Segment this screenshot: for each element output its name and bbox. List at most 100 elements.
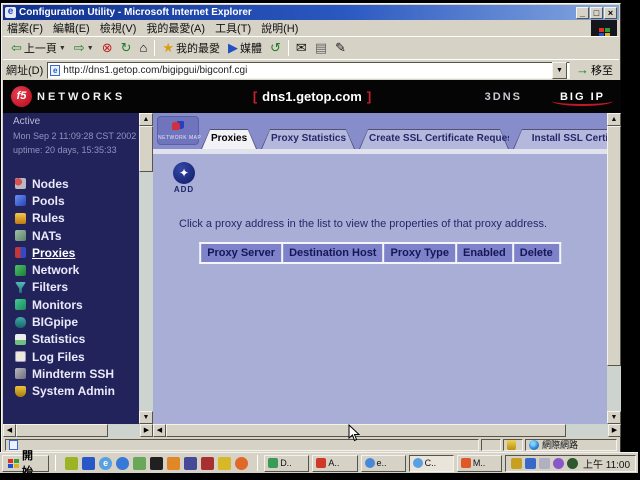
mouse-cursor [348, 424, 360, 447]
sidebar-item-network[interactable]: Network [15, 261, 153, 278]
scroll-down-icon[interactable]: ▼ [139, 411, 153, 424]
tray-volume-icon[interactable] [511, 458, 522, 469]
history-icon: ↺ [270, 41, 281, 55]
sidebar-item-pools[interactable]: Pools [15, 192, 153, 209]
stop-button[interactable]: ⊗ [98, 40, 117, 56]
menu-view[interactable]: 檢視(V) [100, 20, 137, 36]
toolbar-separator [288, 40, 289, 56]
tray-display-icon[interactable] [567, 458, 578, 469]
scroll-right-icon[interactable]: ▶ [608, 424, 621, 437]
tray-network-icon[interactable] [525, 458, 536, 469]
datetime-text: Mon Sep 2 11:09:28 CST 2002 [13, 131, 153, 141]
zone-label: 網際網路 [542, 438, 578, 451]
link-3dns[interactable]: 3DNS [485, 91, 522, 103]
app-icon [461, 458, 471, 468]
maximize-button[interactable]: □ [590, 7, 603, 19]
ie-app-icon [413, 458, 423, 468]
task-window-button[interactable]: e.. [361, 455, 406, 472]
quicklaunch-app-icon[interactable] [65, 457, 78, 470]
scrollbar-thumb[interactable] [139, 126, 153, 172]
tray-app-icon[interactable] [553, 458, 564, 469]
favorites-button[interactable]: ★ 我的最愛 [158, 39, 224, 57]
sidebar-item-rules[interactable]: Rules [15, 210, 153, 227]
quicklaunch-app-icon[interactable] [167, 457, 180, 470]
forward-button[interactable]: ⇨ ▼ [70, 40, 98, 56]
certificate-icon [507, 440, 516, 450]
quicklaunch-ie-icon[interactable]: e [99, 457, 112, 470]
mail-icon: ✉ [296, 41, 307, 55]
refresh-button[interactable]: ↻ [117, 40, 136, 56]
link-bigip[interactable]: BIG IP [560, 91, 605, 103]
toolbar-separator [154, 40, 155, 56]
quicklaunch-app-icon[interactable] [201, 457, 214, 470]
back-dropdown-icon[interactable]: ▼ [59, 45, 66, 52]
scroll-up-icon[interactable]: ▲ [139, 113, 153, 126]
scroll-left-icon[interactable]: ◀ [153, 424, 166, 437]
menu-help[interactable]: 說明(H) [261, 20, 298, 36]
forward-dropdown-icon[interactable]: ▼ [87, 45, 94, 52]
sidebar-item-filters[interactable]: Filters [15, 279, 153, 296]
menu-file[interactable]: 檔案(F) [7, 20, 43, 36]
sidebar-vertical-scrollbar[interactable]: ▲ ▼ [139, 113, 153, 424]
quicklaunch-console-icon[interactable] [150, 457, 163, 470]
sidebar-item-bigpipe[interactable]: BIGpipe [15, 313, 153, 330]
sidebar-horizontal-scrollbar[interactable]: ◀ ▶ [3, 424, 153, 437]
sidebar-item-monitors[interactable]: Monitors [15, 296, 153, 313]
task-window-button[interactable]: D.. [264, 455, 309, 472]
tab-proxy-statistics[interactable]: Proxy Statistics [261, 129, 355, 149]
scroll-up-icon[interactable]: ▲ [607, 113, 621, 126]
title-bar[interactable]: e Configuration Utility - Microsoft Inte… [3, 5, 619, 20]
back-button[interactable]: ⇦ 上一頁▼ [7, 39, 70, 57]
print-button[interactable]: ▤ [311, 40, 331, 56]
main-horizontal-scrollbar[interactable]: ◀ ▶ [153, 424, 621, 437]
quicklaunch-media-icon[interactable] [235, 457, 248, 470]
sidebar-item-mindterm-ssh[interactable]: Mindterm SSH [15, 365, 153, 382]
scroll-right-icon[interactable]: ▶ [140, 424, 153, 437]
home-button[interactable]: ⌂ [136, 40, 152, 56]
tab-bar: NETWORK MAP Proxies Proxy Statistics Cre… [153, 113, 607, 149]
task-window-button-active[interactable]: C.. [409, 455, 454, 472]
network-map-button[interactable]: NETWORK MAP [157, 116, 199, 145]
back-icon: ⇦ [11, 41, 22, 55]
scroll-down-icon[interactable]: ▼ [607, 411, 621, 424]
main-vertical-scrollbar[interactable]: ▲ ▼ [607, 113, 621, 424]
add-proxy-button[interactable]: ✦ [173, 162, 195, 184]
quicklaunch-globe-icon[interactable] [116, 457, 129, 470]
close-button[interactable]: × [604, 7, 617, 19]
sidebar-item-statistics[interactable]: Statistics [15, 331, 153, 348]
sidebar-item-system-admin[interactable]: System Admin [15, 383, 153, 400]
start-button[interactable]: 開始 [2, 455, 49, 472]
menu-favorites[interactable]: 我的最愛(A) [146, 20, 205, 36]
sidebar-item-log-files[interactable]: Log Files [15, 348, 153, 365]
scroll-left-icon[interactable]: ◀ [3, 424, 16, 437]
url-text[interactable]: http://dns1.getop.com/bigipgui/bigconf.c… [63, 65, 552, 76]
history-button[interactable]: ↺ [266, 40, 285, 56]
scrollbar-thumb[interactable] [607, 126, 621, 366]
url-input[interactable]: e http://dns1.getop.com/bigipgui/bigconf… [47, 62, 570, 79]
task-window-button[interactable]: A.. [312, 455, 357, 472]
tab-create-ssl-certificate-request[interactable]: Create SSL Certificate Request [359, 129, 509, 149]
scrollbar-thumb[interactable] [166, 424, 566, 437]
mail-button[interactable]: ✉ [292, 40, 311, 56]
window-title: Configuration Utility - Microsoft Intern… [19, 7, 572, 18]
menu-edit[interactable]: 編輯(E) [53, 20, 90, 36]
scrollbar-thumb[interactable] [16, 424, 108, 437]
quicklaunch-desktop-icon[interactable] [82, 457, 95, 470]
tab-install-ssl-certificate[interactable]: Install SSL Certifi [513, 129, 607, 149]
quicklaunch-app-icon[interactable] [133, 457, 146, 470]
task-window-button[interactable]: M.. [457, 455, 502, 472]
media-button[interactable]: ▶ 媒體 [224, 39, 266, 57]
quicklaunch-app-icon[interactable] [218, 457, 231, 470]
sidebar-item-nats[interactable]: NATs [15, 227, 153, 244]
sidebar-item-proxies[interactable]: Proxies [15, 244, 153, 261]
go-button[interactable]: → 移至 [573, 62, 616, 79]
sidebar-item-nodes[interactable]: Nodes [15, 175, 153, 192]
tray-ime-icon[interactable] [539, 458, 550, 469]
edit-button[interactable]: ✎ [331, 40, 350, 56]
minimize-button[interactable]: _ [576, 7, 589, 19]
url-dropdown-icon[interactable]: ▼ [552, 62, 567, 79]
go-arrow-icon: → [576, 63, 589, 77]
menu-tools[interactable]: 工具(T) [215, 20, 251, 36]
quicklaunch-app-icon[interactable] [184, 457, 197, 470]
tab-proxies[interactable]: Proxies [201, 129, 257, 149]
